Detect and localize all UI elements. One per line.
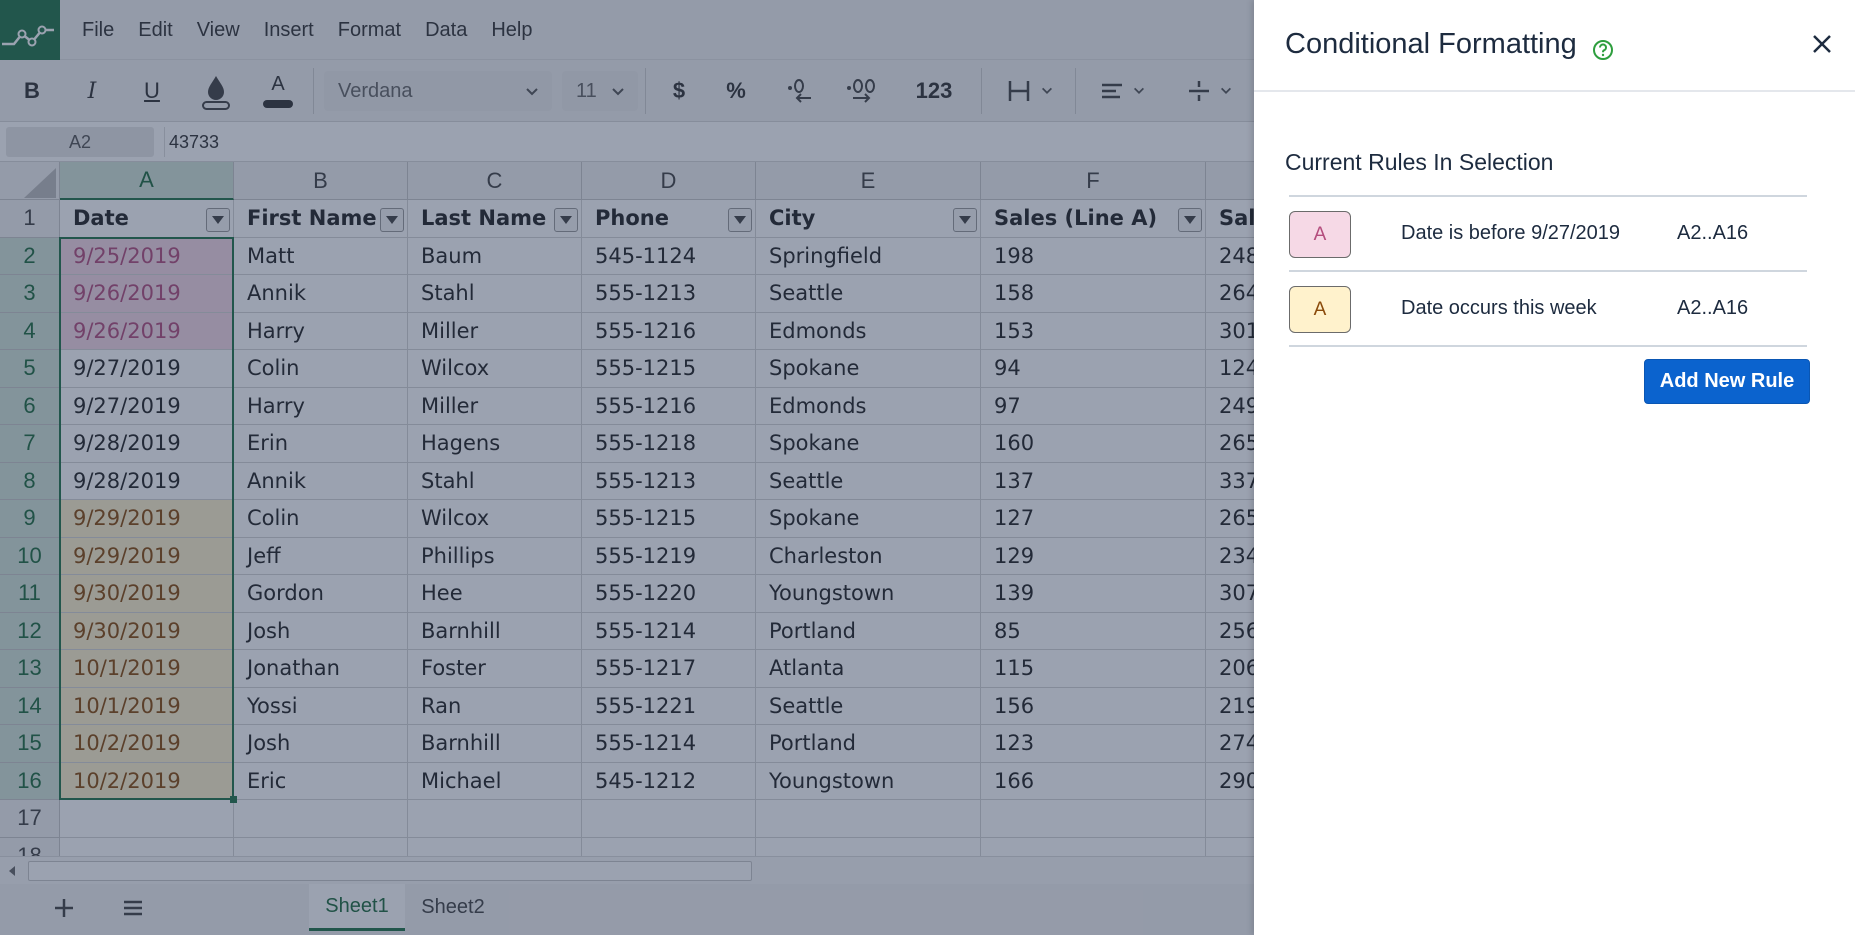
rules-heading: Current Rules In Selection [1285,149,1554,175]
rule-description: Date is before 9/27/2019 [1401,222,1621,244]
rule-description: Date occurs this week [1401,297,1597,319]
rule-row[interactable]: A Date occurs this week A2..A16 [1289,272,1807,347]
rules-list: A Date is before 9/27/2019 A2..A16 A Dat… [1289,195,1807,347]
panel-header: Conditional Formatting [1254,0,1855,92]
rule-format-swatch: A [1289,211,1351,258]
rule-format-swatch: A [1289,286,1351,333]
rule-range: A2..A16 [1677,222,1749,244]
rule-range: A2..A16 [1677,297,1749,319]
add-new-rule-button[interactable]: Add New Rule [1644,359,1810,404]
close-icon[interactable] [1810,32,1834,60]
help-icon[interactable] [1592,39,1614,65]
panel-title: Conditional Formatting [1285,28,1577,60]
conditional-formatting-panel: Conditional Formatting Current Rules In … [1254,0,1855,935]
rule-row[interactable]: A Date is before 9/27/2019 A2..A16 [1289,197,1807,272]
